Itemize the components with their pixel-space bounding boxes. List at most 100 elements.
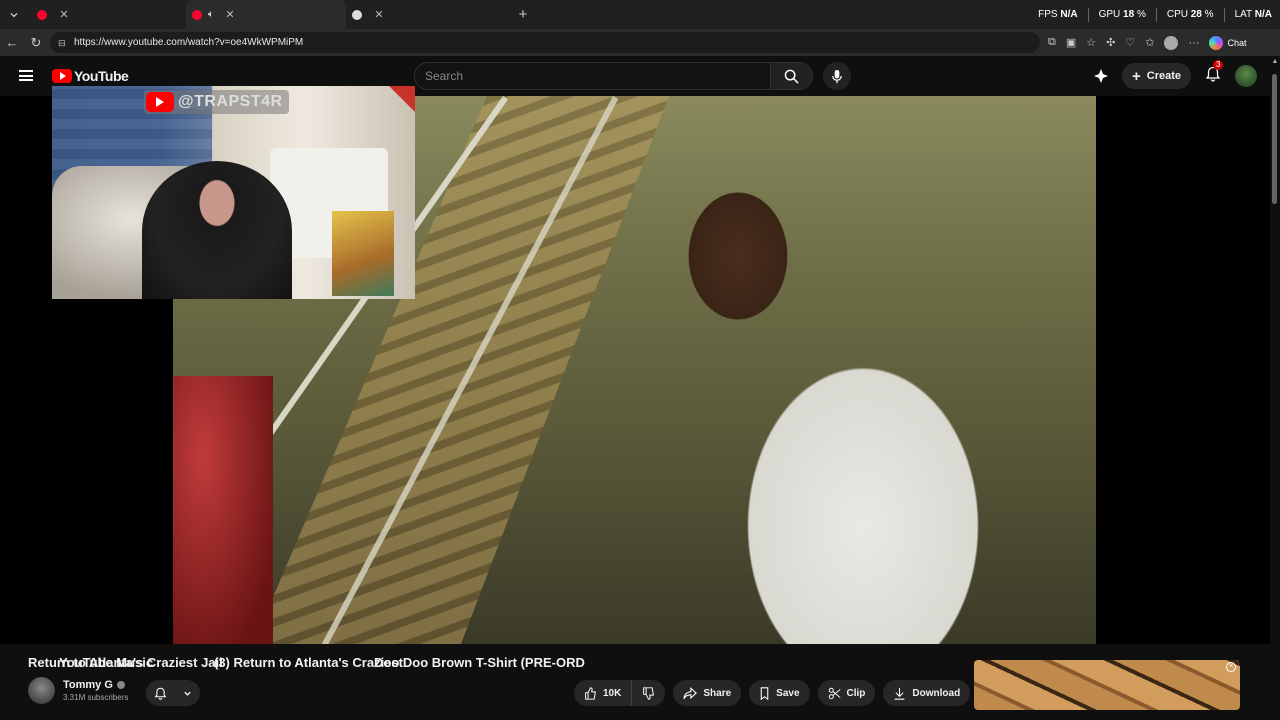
close-tab-icon[interactable]: ✕ (57, 8, 71, 21)
reload-icon[interactable]: ↻ (24, 35, 48, 51)
url-text: https://www.youtube.com/watch?v=oe4WkWPM… (74, 37, 304, 48)
youtube-logo[interactable]: YouTube (50, 68, 129, 84)
notification-count-badge: 3 (1213, 59, 1224, 70)
subscriber-count: 3.31M subscribers (63, 693, 129, 702)
search-icon (784, 69, 799, 84)
bookmark-icon (760, 686, 769, 700)
search-input[interactable]: Search (414, 62, 771, 90)
scrollbar-thumb[interactable] (1272, 74, 1277, 204)
youtube-play-logo-icon (52, 69, 72, 83)
close-tab-icon[interactable]: ✕ (223, 8, 237, 21)
new-tab-button[interactable]: + (512, 6, 534, 23)
webcam-streamer (142, 161, 292, 299)
download-icon (895, 687, 905, 700)
copilot-chat-button[interactable]: Chat (1209, 35, 1247, 50)
copilot-icon (1209, 35, 1224, 50)
share-label: Share (703, 687, 732, 699)
gpu-readout: GPU 18 % (1098, 9, 1146, 20)
site-info-icon[interactable]: ⊟ (58, 38, 68, 48)
divider (1087, 7, 1089, 22)
scroll-up-arrow-icon[interactable]: ▲ (1270, 58, 1280, 65)
more-menu-icon[interactable]: ··· (1188, 37, 1199, 49)
bell-icon (154, 687, 167, 700)
ai-sparkle-icon[interactable] (1094, 69, 1108, 83)
header-right-actions: + Create 3 (1094, 59, 1258, 90)
favorites-icon[interactable]: ✩ (1145, 36, 1154, 49)
streamer-channel-tag: @TRAPST4R (144, 90, 289, 114)
search-placeholder: Search (425, 69, 464, 83)
account-avatar[interactable] (1235, 65, 1258, 87)
clip-button[interactable]: Clip (817, 680, 876, 706)
browser-tab-tshirt[interactable]: Doo Doo Brown T-Shirt (PRE-ORD ✕ (346, 0, 585, 670)
tab-title: Doo Doo Brown T-Shirt (PRE-ORD (374, 655, 585, 670)
chat-label: Chat (1227, 37, 1247, 48)
dislike-button[interactable] (632, 680, 665, 706)
favorite-star-icon[interactable]: ☆ (1086, 36, 1096, 49)
thumbs-up-icon (585, 686, 596, 700)
channel-name-row[interactable]: Tommy G (63, 679, 128, 691)
extensions-icon[interactable]: ✣ (1106, 36, 1115, 49)
browser-tab-bar: YouTube Music ✕ 🔈︎ (3) Return to Atlanta… (0, 0, 1280, 670)
video-title: Return to Atlanta's Craziest Jail (28, 655, 223, 670)
divider (1155, 7, 1157, 22)
scissors-icon (828, 687, 841, 699)
audio-playing-icon[interactable]: 🔈︎ (208, 9, 214, 20)
download-label: Download (912, 687, 961, 699)
clip-label: Clip (846, 687, 866, 699)
browser-tab-youtube-music[interactable]: YouTube Music ✕ (31, 0, 186, 670)
shop-favicon-icon (352, 9, 362, 20)
channel-avatar[interactable] (28, 677, 55, 704)
profile-avatar[interactable] (1164, 35, 1179, 50)
verified-badge-icon (116, 681, 125, 689)
like-count: 10K (603, 687, 622, 699)
logo-text: YouTube (74, 68, 129, 84)
download-button[interactable]: Download (883, 680, 971, 706)
close-tab-icon[interactable]: ✕ (372, 8, 386, 21)
youtube-play-logo-icon (146, 92, 174, 112)
browser-essentials-icon[interactable]: ♡ (1125, 36, 1135, 49)
hamburger-menu-icon[interactable] (19, 70, 33, 81)
channel-tag-text: @TRAPST4R (178, 93, 283, 110)
video-actions: 10K Share Save Clip Download ··· (574, 680, 1005, 706)
search-button[interactable] (771, 62, 813, 90)
translate-icon[interactable]: ⧉ (1048, 36, 1056, 49)
thumbs-down-icon (643, 686, 655, 700)
url-field[interactable]: ⊟ https://www.youtube.com/watch?v=oe4WkW… (50, 32, 1040, 53)
browser-tab-youtube-video[interactable]: 🔈︎ (3) Return to Atlanta's Craziest ✕ (186, 0, 403, 670)
notifications-button[interactable]: 3 (1205, 59, 1224, 87)
like-dislike-group: 10K (574, 680, 666, 706)
divider (1223, 7, 1225, 22)
toolbar-icons: ⧉ ▣ ☆ ✣ ♡ ✩ ··· Chat (1048, 29, 1246, 56)
create-label: Create (1146, 70, 1182, 82)
video-red-shirt-figure (173, 376, 273, 644)
subscribed-notifications-button[interactable] (146, 680, 200, 706)
create-button[interactable]: + Create (1122, 63, 1192, 89)
share-button[interactable]: Share (673, 680, 742, 706)
back-arrow-icon[interactable]: ← (0, 35, 24, 50)
cpu-readout: CPU 28 % (1166, 9, 1214, 20)
streamer-webcam-overlay: @TRAPST4R (52, 86, 415, 299)
tab-actions-menu-button[interactable] (3, 4, 25, 26)
chevron-down-icon (184, 691, 191, 696)
webcam-corner-decoration (389, 86, 415, 112)
channel-info: Tommy G 3.31M subscribers (28, 677, 128, 704)
page-scrollbar[interactable]: ▲ (1270, 56, 1280, 720)
microphone-icon (832, 69, 842, 83)
lat-readout: LAT N/A (1234, 9, 1272, 20)
youtube-music-favicon-icon (37, 9, 47, 20)
youtube-favicon-icon (192, 9, 202, 20)
address-toolbar: ← ↻ ⊟ https://www.youtube.com/watch?v=oe… (0, 29, 1280, 56)
save-button[interactable]: Save (749, 680, 810, 706)
split-screen-icon[interactable]: ▣ (1066, 36, 1076, 49)
webcam-poster (332, 211, 394, 296)
voice-search-button[interactable] (823, 62, 851, 90)
channel-name[interactable]: Tommy G (63, 679, 113, 691)
fps-readout: FPS N/A (1038, 9, 1078, 20)
plus-icon: + (1132, 67, 1141, 85)
share-icon (683, 686, 698, 699)
performance-overlay: FPS N/A GPU 18 % CPU 28 % LAT N/A (1038, 0, 1272, 29)
like-button[interactable]: 10K (574, 680, 633, 706)
sidebar-ad-thumbnail[interactable]: × (974, 660, 1240, 710)
chevron-down-icon (10, 12, 18, 17)
close-ad-icon[interactable]: × (1226, 662, 1236, 672)
